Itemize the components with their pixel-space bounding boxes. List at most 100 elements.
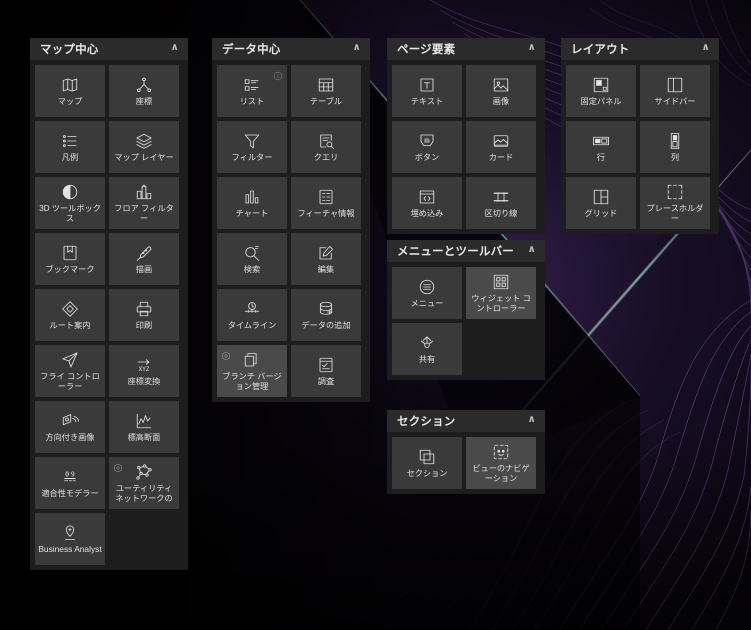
tile-sidebar-icon[interactable]: サイドバー xyxy=(640,65,710,117)
chevron-up-icon[interactable]: ∧ xyxy=(528,43,536,53)
tile-divider-icon[interactable]: 区切り線 xyxy=(466,177,536,229)
filter-icon xyxy=(243,132,261,150)
tile-embed-icon[interactable]: 埋め込み xyxy=(392,177,462,229)
panel-map-center: マップ中心 ∧ マップ 座標凡例 マップ レイヤー 3D ツールボックス フロア フィルター… xyxy=(30,38,188,570)
fixed-panel-icon xyxy=(592,76,610,94)
tile-menu-icon[interactable]: メニュー xyxy=(392,267,462,319)
divider-icon xyxy=(492,188,510,206)
search-icon xyxy=(243,244,261,262)
tile-card-icon[interactable]: カード xyxy=(466,121,536,173)
tile-floor-filter-icon[interactable]: フロア フィルター xyxy=(109,177,179,229)
chevron-up-icon[interactable]: ∧ xyxy=(528,245,536,255)
tile-label: カード xyxy=(488,152,514,162)
tile-fixed-panel-icon[interactable]: 固定パネル xyxy=(566,65,636,117)
tile-fly-controller-icon[interactable]: フライ コントローラー xyxy=(35,345,105,397)
panel-header-sections[interactable]: セクション ∧ xyxy=(387,410,545,432)
tile-business-analyst-icon[interactable]: Business Analyst xyxy=(35,513,105,565)
tile-print-icon[interactable]: 印刷 xyxy=(109,289,179,341)
tile-branch-version-icon[interactable]: ブランチ バージョン管理 xyxy=(217,345,287,397)
chevron-up-icon[interactable]: ∧ xyxy=(171,43,179,53)
utility-network-icon xyxy=(135,463,153,481)
edit-icon xyxy=(317,244,335,262)
panel-title: ページ要素 xyxy=(397,44,456,56)
tile-label: 調査 xyxy=(317,376,335,386)
image-icon xyxy=(492,76,510,94)
tile-label: 行 xyxy=(596,152,606,162)
tile-timeline-icon[interactable]: タイムライン xyxy=(217,289,287,341)
tile-table-icon[interactable]: テーブル xyxy=(291,65,361,117)
tile-grid-icon[interactable]: グリッド xyxy=(566,177,636,229)
tile-section-icon[interactable]: セクション xyxy=(392,437,462,489)
tile-label: テーブル xyxy=(309,96,343,106)
tile-coordinates-icon[interactable]: 座標 xyxy=(109,65,179,117)
info-icon[interactable] xyxy=(273,68,283,81)
tile-label: 座標変換 xyxy=(127,376,161,386)
tile-edit-icon[interactable]: 編集 xyxy=(291,233,361,285)
tile-list-icon[interactable]: リスト xyxy=(217,65,287,117)
svg-text:XYZ: XYZ xyxy=(139,366,150,373)
tile-chart-icon[interactable]: チャート xyxy=(217,177,287,229)
tile-placeholder-icon[interactable]: プレースホルダー xyxy=(640,177,710,229)
panel-header-data-center[interactable]: データ中心 ∧ xyxy=(212,38,370,60)
card-icon xyxy=(492,132,510,150)
chevron-up-icon[interactable]: ∧ xyxy=(353,43,361,53)
widget-controller-icon xyxy=(492,273,510,291)
chevron-up-icon[interactable]: ∧ xyxy=(702,43,710,53)
panel-layout: レイアウト ∧ 固定パネル サイドバー行 列グリッド プレースホルダー xyxy=(561,38,719,234)
tile-share-icon[interactable]: 共有 xyxy=(392,323,462,375)
panel-data-center: データ中心 ∧ リスト テーブルフィルター クエリ チャート フィーチャ情報 検索 編集タイムラ… xyxy=(212,38,370,402)
tile-coordinate-conversion-icon[interactable]: XYZ 座標変換 xyxy=(109,345,179,397)
tile-draw-icon[interactable]: 描画 xyxy=(109,233,179,285)
tile-bookmark-icon[interactable]: ブックマーク xyxy=(35,233,105,285)
sidebar-icon xyxy=(666,76,684,94)
tile-filter-icon[interactable]: フィルター xyxy=(217,121,287,173)
tile-elevation-profile-icon[interactable]: 標高断面 xyxy=(109,401,179,453)
tile-utility-network-icon[interactable]: ユーティリティ ネットワークの xyxy=(109,457,179,509)
tile-add-data-icon[interactable]: データの追加 xyxy=(291,289,361,341)
tile-layers-icon[interactable]: マップ レイヤー xyxy=(109,121,179,173)
tile-search-icon[interactable]: 検索 xyxy=(217,233,287,285)
tile-label: 描画 xyxy=(135,264,153,274)
tile-label: 編集 xyxy=(317,264,335,274)
tile-label: フィルター xyxy=(231,152,273,162)
button-icon xyxy=(418,132,436,150)
panel-body-page-elements: テキスト 画像ボタン カード埋め込み 区切り線 xyxy=(387,60,545,234)
tile-legend-icon[interactable]: 凡例 xyxy=(35,121,105,173)
tile-view-navigation-icon[interactable]: ビューのナビゲーション xyxy=(466,437,536,489)
map-icon xyxy=(61,76,79,94)
tile-image-icon[interactable]: 画像 xyxy=(466,65,536,117)
directions-icon xyxy=(61,300,79,318)
panel-header-page-elements[interactable]: ページ要素 ∧ xyxy=(387,38,545,60)
tile-map-icon[interactable]: マップ xyxy=(35,65,105,117)
tile-row-icon[interactable]: 行 xyxy=(566,121,636,173)
legend-icon xyxy=(61,132,79,150)
tile-oriented-imagery-icon[interactable]: 方向付き画像 xyxy=(35,401,105,453)
tile-text-icon[interactable]: テキスト xyxy=(392,65,462,117)
tile-directions-icon[interactable]: ルート案内 xyxy=(35,289,105,341)
oriented-imagery-icon xyxy=(61,412,79,430)
layers-icon xyxy=(135,132,153,150)
embed-icon xyxy=(418,188,436,206)
panel-header-layout[interactable]: レイアウト ∧ xyxy=(561,38,719,60)
panel-header-map-center[interactable]: マップ中心 ∧ xyxy=(30,38,188,60)
chevron-up-icon[interactable]: ∧ xyxy=(528,415,536,425)
panel-body-sections: セクション ビューのナビゲーション xyxy=(387,432,545,494)
panel-header-menus-toolbars[interactable]: メニューとツールバー ∧ xyxy=(387,240,545,262)
tile-label: 画像 xyxy=(492,96,510,106)
tile-query-icon[interactable]: クエリ xyxy=(291,121,361,173)
tile-label: フライ コントローラー xyxy=(40,371,100,391)
extension-badge-icon xyxy=(221,348,231,361)
row-icon xyxy=(592,132,610,150)
tile-label: 印刷 xyxy=(135,320,153,330)
tile-survey-icon[interactable]: 調査 xyxy=(291,345,361,397)
tile-suitability-modeler-icon[interactable]: 0 9 適合性モデラー xyxy=(35,457,105,509)
tile-button-icon[interactable]: ボタン xyxy=(392,121,462,173)
coordinates-icon xyxy=(135,76,153,94)
tile-label: ウィジェット コントローラー xyxy=(471,293,531,313)
tile-label: 凡例 xyxy=(61,152,79,162)
tile-widget-controller-icon[interactable]: ウィジェット コントローラー xyxy=(466,267,536,319)
tile-3d-toolbox-icon[interactable]: 3D ツールボックス xyxy=(35,177,105,229)
tile-label: 3D ツールボックス xyxy=(39,203,101,223)
tile-feature-info-icon[interactable]: フィーチャ情報 xyxy=(291,177,361,229)
tile-column-icon[interactable]: 列 xyxy=(640,121,710,173)
